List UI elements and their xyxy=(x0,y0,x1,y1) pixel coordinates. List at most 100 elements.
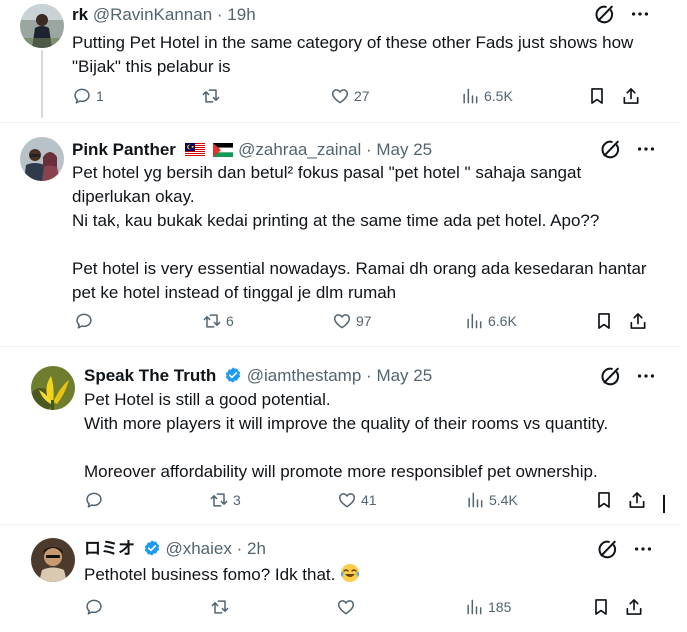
more-icon[interactable] xyxy=(635,138,657,160)
scrollbar[interactable] xyxy=(663,495,665,513)
like-count: 97 xyxy=(356,313,372,329)
views-button[interactable]: 6.5K xyxy=(460,84,513,108)
repost-button[interactable] xyxy=(210,595,234,619)
tweet[interactable]: ロミオ @xhaiex · 2h Pethotel business fomo?… xyxy=(0,525,680,632)
reply-button[interactable] xyxy=(74,309,98,333)
tweet-text-line: Pet hotel yg bersih dan betul² fokus pas… xyxy=(72,163,582,182)
views-count: 5.4K xyxy=(489,492,518,508)
tweet-text-line: Pethotel business fomo? Idk that. xyxy=(84,565,336,584)
action-bar: 3 41 5.4K xyxy=(84,488,664,512)
tweet-text: Pethotel business fomo? Idk that. xyxy=(84,563,360,587)
user-handle[interactable]: @zahraa_zainal xyxy=(238,140,361,159)
display-name[interactable]: rk xyxy=(72,5,88,24)
avatar[interactable] xyxy=(31,538,75,582)
reply-button[interactable] xyxy=(84,488,108,512)
tweet-header: Speak The Truth @iamthestamp · May 25 xyxy=(84,366,432,386)
reply-button[interactable]: 1 xyxy=(72,84,104,108)
tweet-text: Pet hotel yg bersih dan betul² fokus pas… xyxy=(72,161,647,305)
display-name[interactable]: Pink Panther xyxy=(72,140,176,159)
laughing-emoji-icon xyxy=(340,564,360,582)
like-count: 41 xyxy=(361,492,377,508)
repost-button[interactable] xyxy=(201,84,225,108)
share-icon xyxy=(621,86,641,106)
grok-icon[interactable] xyxy=(596,538,618,560)
avatar[interactable] xyxy=(20,4,64,48)
share-button[interactable] xyxy=(627,488,647,512)
timestamp[interactable]: May 25 xyxy=(376,366,432,385)
grok-icon[interactable] xyxy=(599,365,621,387)
thread-line xyxy=(41,50,43,118)
malaysia-flag-icon xyxy=(184,143,205,157)
avatar[interactable] xyxy=(31,366,75,410)
views-button[interactable]: 6.6K xyxy=(464,309,517,333)
like-button[interactable]: 41 xyxy=(337,488,377,512)
repost-button[interactable]: 3 xyxy=(209,488,241,512)
verified-badge-icon xyxy=(143,539,161,557)
share-button[interactable] xyxy=(624,595,644,619)
bookmark-icon xyxy=(591,597,611,617)
more-icon[interactable] xyxy=(635,365,657,387)
reply-count: 1 xyxy=(96,88,104,104)
bookmark-button[interactable] xyxy=(587,84,607,108)
user-handle[interactable]: @RavinKannan xyxy=(93,5,212,24)
grok-icon[interactable] xyxy=(599,138,621,160)
repost-icon xyxy=(201,86,221,106)
views-button[interactable]: 185 xyxy=(464,595,511,619)
like-button[interactable] xyxy=(336,595,360,619)
user-handle[interactable]: @iamthestamp xyxy=(247,366,362,385)
tweet-text-line: Pet Hotel is still a good potential. xyxy=(84,390,331,409)
reply-icon xyxy=(84,490,104,510)
bookmark-button[interactable] xyxy=(594,488,614,512)
bookmark-button[interactable] xyxy=(591,595,611,619)
share-button[interactable] xyxy=(621,84,641,108)
like-count: 27 xyxy=(354,88,370,104)
views-icon xyxy=(465,490,485,510)
timestamp[interactable]: 2h xyxy=(247,539,266,558)
verified-badge-icon xyxy=(224,366,242,384)
action-bar: 6 97 6.6K xyxy=(74,309,654,333)
display-name[interactable]: Speak The Truth xyxy=(84,366,216,385)
views-count: 6.6K xyxy=(488,313,517,329)
separator-dot: · xyxy=(366,366,372,385)
more-icon[interactable] xyxy=(632,538,654,560)
separator-dot: · xyxy=(365,140,372,159)
views-button[interactable]: 5.4K xyxy=(465,488,518,512)
views-icon xyxy=(464,311,484,331)
display-name[interactable]: ロミオ xyxy=(84,539,135,558)
more-icon[interactable] xyxy=(629,3,651,25)
bookmark-icon xyxy=(587,86,607,106)
palestine-flag-icon xyxy=(213,143,234,157)
grok-icon[interactable] xyxy=(593,3,615,25)
repost-button[interactable]: 6 xyxy=(202,309,234,333)
tweet[interactable]: rk @RavinKannan · 19h Putting Pet Hotel … xyxy=(0,0,680,122)
like-icon xyxy=(332,311,352,331)
bookmark-icon xyxy=(594,490,614,510)
views-icon xyxy=(460,86,480,106)
timestamp[interactable]: 19h xyxy=(227,5,255,24)
like-button[interactable]: 27 xyxy=(330,84,370,108)
tweet-text-line: Pet hotel is very essential nowadays. Ra… xyxy=(72,259,647,278)
share-button[interactable] xyxy=(628,309,648,333)
repost-count: 3 xyxy=(233,492,241,508)
tweet-text-line: pet ke hotel instead of tinggal je dlm r… xyxy=(72,283,397,302)
avatar[interactable] xyxy=(20,137,64,181)
tweet[interactable]: Pink Panther @zahraa_zainal · May 25 Pet… xyxy=(0,123,680,337)
timestamp[interactable]: May 25 xyxy=(376,140,432,159)
like-icon xyxy=(337,490,357,510)
tweet-header: ロミオ @xhaiex · 2h xyxy=(84,539,266,559)
views-count: 185 xyxy=(488,599,512,615)
repost-icon xyxy=(209,490,229,510)
reply-button[interactable] xyxy=(84,595,108,619)
user-handle[interactable]: @xhaiex xyxy=(165,539,231,558)
bookmark-button[interactable] xyxy=(594,309,614,333)
tweet-text-line: Putting Pet Hotel in the same category o… xyxy=(72,33,634,52)
like-button[interactable]: 97 xyxy=(332,309,372,333)
share-icon xyxy=(627,490,647,510)
repost-icon xyxy=(210,597,230,617)
reply-icon xyxy=(72,86,92,106)
repost-count: 6 xyxy=(226,313,234,329)
views-icon xyxy=(464,597,484,617)
tweet[interactable]: Speak The Truth @iamthestamp · May 25 Pe… xyxy=(0,347,680,522)
reply-icon xyxy=(74,311,94,331)
separator-dot: · xyxy=(236,539,243,558)
